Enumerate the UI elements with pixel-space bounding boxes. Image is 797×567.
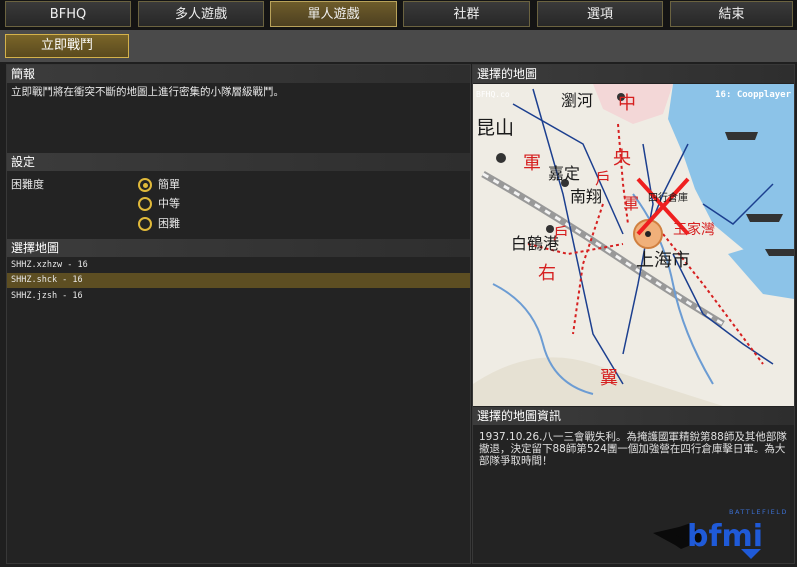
option-label: 中等 xyxy=(158,197,180,210)
svg-text:右: 右 xyxy=(538,263,556,284)
svg-text:王家灣: 王家灣 xyxy=(673,221,715,238)
settings-header: 設定 xyxy=(7,153,470,171)
instant-battle-button[interactable]: 立即戰鬥 xyxy=(5,34,129,58)
logo-main-text: bfmi xyxy=(687,519,763,554)
svg-text:戶: 戶 xyxy=(595,169,611,188)
radio-icon[interactable] xyxy=(138,217,152,231)
map-preview-image: BFHQ.co 16: Coopplayer 昆山 瀏河 嘉定 南翔 白鶴港 上… xyxy=(473,84,794,406)
tab-bfhq[interactable]: BFHQ xyxy=(5,1,131,27)
map-list-item-selected[interactable]: SHHZ.shck - 16 xyxy=(7,273,470,288)
map-list-item[interactable]: SHHZ.jzsh - 16 xyxy=(7,289,470,304)
map-info-text: 1937.10.26.八一三會戰失利。為掩護國軍精銳第88師及其他部隊撤退，決定… xyxy=(479,431,787,467)
svg-text:瀏河: 瀏河 xyxy=(561,91,593,110)
svg-text:嘉定: 嘉定 xyxy=(548,164,580,183)
tab-multiplayer[interactable]: 多人遊戲 xyxy=(138,1,264,27)
difficulty-easy-option[interactable]: 簡單 xyxy=(138,176,180,194)
difficulty-medium-option[interactable]: 中等 xyxy=(138,195,180,213)
map-overlay-left: BFHQ.co xyxy=(476,90,510,99)
bfmi-logo: BATTLEFIELD bfmi xyxy=(651,505,791,563)
radio-selected-icon[interactable] xyxy=(138,178,152,192)
right-panel: 選擇的地圖 BFHQ.co 16: Coopplayer 昆山 瀏河 嘉定 南翔… xyxy=(472,64,795,564)
svg-text:翼: 翼 xyxy=(600,368,618,389)
svg-text:中: 中 xyxy=(618,93,636,114)
tab-quit[interactable]: 結束 xyxy=(670,1,793,27)
map-select-header: 選擇地圖 xyxy=(7,239,470,257)
svg-text:白鶴港: 白鶴港 xyxy=(511,234,559,253)
main-menu-bar: BFHQ 多人遊戲 單人遊戲 社群 選項 結束 xyxy=(0,0,797,30)
tab-singleplayer[interactable]: 單人遊戲 xyxy=(270,1,397,27)
svg-text:南翔: 南翔 xyxy=(570,187,602,206)
radio-icon[interactable] xyxy=(138,197,152,211)
svg-text:軍: 軍 xyxy=(623,194,639,213)
brief-text: 立即戰鬥將在衝突不斷的地圖上進行密集的小隊層級戰鬥。 xyxy=(11,86,284,98)
svg-text:四行倉庫: 四行倉庫 xyxy=(648,191,688,204)
map-overlay-right: 16: Coopplayer xyxy=(715,90,791,100)
map-info-header: 選擇的地圖資訊 xyxy=(473,407,794,425)
map-preview: BFHQ.co 16: Coopplayer 昆山 瀏河 嘉定 南翔 白鶴港 上… xyxy=(473,84,794,406)
map-list-item[interactable]: SHHZ.xzhzw - 16 xyxy=(7,258,470,273)
svg-text:上海市: 上海市 xyxy=(636,250,690,271)
option-label: 簡單 xyxy=(158,178,180,191)
logo-small-text: BATTLEFIELD xyxy=(729,508,788,516)
difficulty-hard-option[interactable]: 困難 xyxy=(138,215,180,233)
difficulty-label: 困難度 xyxy=(11,178,44,191)
tab-options[interactable]: 選項 xyxy=(537,1,663,27)
sub-menu-bar: 立即戰鬥 xyxy=(0,30,797,62)
svg-text:央: 央 xyxy=(613,148,631,169)
option-label: 困難 xyxy=(158,217,180,230)
left-panel: 簡報 立即戰鬥將在衝突不斷的地圖上進行密集的小隊層級戰鬥。 設定 困難度 簡單 … xyxy=(6,64,471,564)
svg-text:戶: 戶 xyxy=(553,224,569,243)
svg-text:昆山: 昆山 xyxy=(476,117,514,139)
svg-text:軍: 軍 xyxy=(523,153,541,174)
brief-header: 簡報 xyxy=(7,65,470,83)
tab-community[interactable]: 社群 xyxy=(403,1,530,27)
selected-map-header: 選擇的地圖 xyxy=(473,65,794,83)
